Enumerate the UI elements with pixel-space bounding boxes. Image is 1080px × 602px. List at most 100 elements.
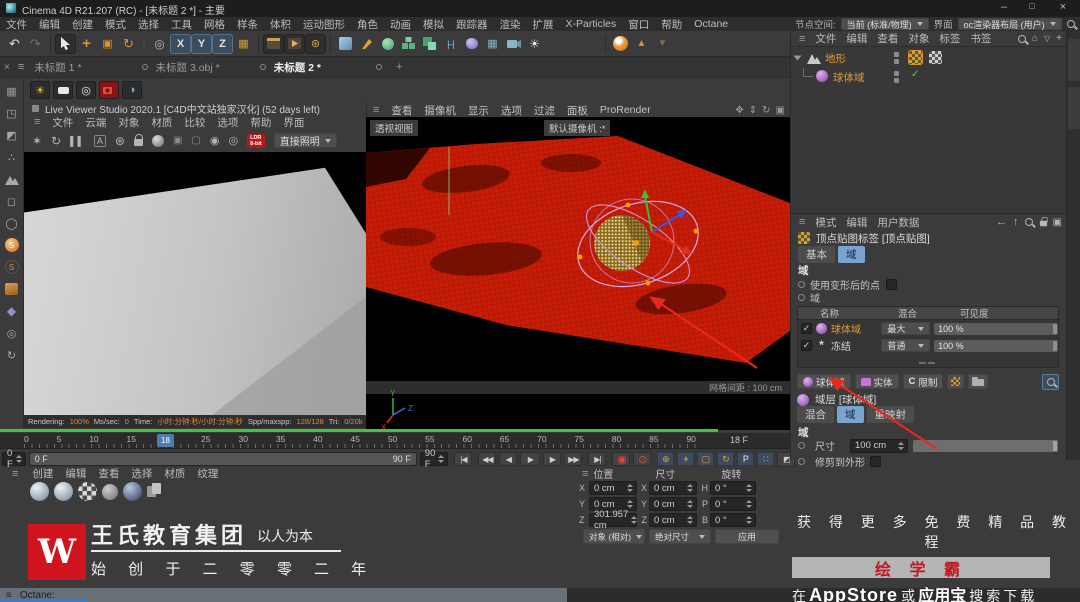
anim-dot-icon[interactable] <box>798 442 805 449</box>
axis-z-lock[interactable]: Z <box>212 33 233 54</box>
om-menu-objects[interactable]: 对象 <box>903 31 934 46</box>
tab-pin-icon[interactable] <box>376 64 382 70</box>
tab-remapping[interactable]: 重映射 <box>866 406 914 423</box>
layout-dropdown[interactable]: oc渲染器布局 (用户) <box>957 18 1062 30</box>
am-lock-icon[interactable] <box>1039 216 1048 226</box>
om-menu-bookmarks[interactable]: 书签 <box>965 31 996 46</box>
menu-help[interactable]: 帮助 <box>655 17 688 32</box>
current-frame-marker[interactable]: 18 <box>157 434 174 447</box>
visibility-toggles[interactable] <box>894 52 899 64</box>
lv-region-icon[interactable]: A <box>93 134 106 147</box>
add-limit-layer-button[interactable]: C 限制 <box>902 374 944 389</box>
axis-y-lock[interactable]: Y <box>191 33 212 54</box>
vp-menu-cameras[interactable]: 摄像机 <box>418 103 462 118</box>
key-parameter-toggle[interactable]: P <box>737 452 755 466</box>
pos-z-field[interactable]: 301.957 cm <box>589 509 638 531</box>
om-search-icon[interactable] <box>1017 34 1026 43</box>
boole-generator-icon[interactable] <box>419 34 440 54</box>
om-filter-icon[interactable]: ▽ <box>1044 34 1050 43</box>
side-tab[interactable] <box>1067 39 1080 81</box>
mat-menu-view[interactable]: 查看 <box>92 466 125 481</box>
record-keyframe-button[interactable]: ◉ <box>612 452 631 466</box>
add-tab-button[interactable]: + <box>396 61 402 73</box>
phong-tag-icon[interactable] <box>929 51 942 64</box>
pen-tool-icon[interactable] <box>356 34 377 54</box>
anim-dot-icon[interactable] <box>798 294 805 301</box>
field-enabled-checkbox[interactable]: ✓ <box>801 323 812 334</box>
material-menu-icon[interactable]: ≡ <box>12 468 18 480</box>
tool-workplane-icon[interactable]: ◩ <box>3 126 21 144</box>
vp-maximize-icon[interactable]: ▣ <box>776 105 785 116</box>
size-mode-dropdown[interactable]: 绝对尺寸 <box>649 529 711 544</box>
tool-model-icon[interactable]: ▦ <box>3 82 21 100</box>
size-x-field[interactable]: 0 cm <box>649 481 697 495</box>
prev-frame-button[interactable]: ◀ <box>499 452 518 466</box>
viewport-menu-icon[interactable]: ≡ <box>373 104 379 116</box>
menu-xparticles[interactable]: X-Particles <box>560 18 623 30</box>
vp-menu-view[interactable]: 查看 <box>385 103 418 118</box>
terrain-object-label[interactable]: 地形 <box>825 51 846 66</box>
om-menu-view[interactable]: 查看 <box>872 31 903 46</box>
visibility-toggles[interactable] <box>894 71 899 83</box>
am-menu-icon[interactable]: ≡ <box>799 216 805 228</box>
key-rotation-toggle[interactable]: ↻ <box>717 452 735 466</box>
view-label[interactable]: 透视视图 <box>370 120 419 136</box>
am-menu-edit[interactable]: 编辑 <box>841 215 872 230</box>
am-search-icon[interactable] <box>1024 218 1033 226</box>
key-position-toggle[interactable]: + <box>677 452 695 466</box>
menu-character[interactable]: 角色 <box>351 17 384 32</box>
tool-history-icon[interactable]: ⋮ <box>139 34 149 54</box>
menu-create[interactable]: 创建 <box>66 17 99 32</box>
mat-menu-texture[interactable]: 纹理 <box>191 466 224 481</box>
vp-menu-filter[interactable]: 过滤 <box>528 103 561 118</box>
tab-pin-icon[interactable] <box>259 64 266 70</box>
tool-axis-icon[interactable]: ◎ <box>3 324 21 342</box>
lv-menu-interface[interactable]: 界面 <box>277 115 310 130</box>
menu-simulate[interactable]: 模拟 <box>417 17 450 32</box>
last-tool-icon[interactable]: ◎ <box>149 34 170 54</box>
lv-menu-materials[interactable]: 材质 <box>145 115 178 130</box>
field-enabled-checkbox[interactable]: ✓ <box>801 340 812 351</box>
visibility-slider[interactable]: 100 % <box>934 339 1058 352</box>
frame-range-slider[interactable]: 0 F 90 F <box>28 452 417 466</box>
goto-end-button[interactable]: ▶| <box>588 452 607 466</box>
tool-field-icon[interactable]: ◆ <box>3 302 21 320</box>
add-cube-icon[interactable] <box>335 34 356 54</box>
prev-key-button[interactable]: ◀◀ <box>478 452 497 466</box>
select-tool-icon[interactable] <box>55 33 76 54</box>
redo-icon[interactable]: ↷ <box>25 34 46 54</box>
texture-files-icon[interactable] <box>147 483 163 500</box>
size-field[interactable]: 100 cm <box>850 438 908 453</box>
octane-logo-button[interactable] <box>610 34 631 54</box>
size-slider[interactable] <box>913 439 1058 452</box>
lv-menu-options[interactable]: 选项 <box>211 115 244 130</box>
menu-window[interactable]: 窗口 <box>622 17 655 32</box>
enabled-check-icon[interactable]: ✓ <box>911 69 919 80</box>
field-name[interactable]: 球体域 <box>831 321 877 336</box>
vp-menu-display[interactable]: 显示 <box>462 103 495 118</box>
clip-checkbox[interactable] <box>870 456 881 467</box>
lv-ldr-badge[interactable]: LDR 8-bit <box>247 133 265 148</box>
lv-lock-icon[interactable] <box>133 134 144 146</box>
menu-mesh[interactable]: 网格 <box>198 17 231 32</box>
key-selection-toggle[interactable]: ⊕ <box>657 452 675 466</box>
size-y-field[interactable]: 0 cm <box>649 497 697 511</box>
tool-points-icon[interactable]: ∴ <box>3 148 21 166</box>
menu-file[interactable]: 文件 <box>0 17 33 32</box>
array-generator-icon[interactable] <box>398 34 419 54</box>
add-solid-layer-button[interactable]: 实体 <box>854 374 899 389</box>
list-resize-handle[interactable]: ▬▬ <box>919 359 937 366</box>
add-sphere-field-button[interactable]: 球体域 <box>797 374 851 389</box>
pos-x-field[interactable]: 0 cm <box>589 481 637 495</box>
expander-icon[interactable] <box>793 55 802 61</box>
minimize-button[interactable]: – <box>990 1 1018 13</box>
tab-basic[interactable]: 基本 <box>798 246 835 263</box>
am-panel-icon[interactable]: ▣ <box>1053 217 1062 228</box>
mat-menu-edit[interactable]: 编辑 <box>59 466 92 481</box>
autokey-button[interactable]: ⊙ <box>633 452 652 466</box>
octane-up-arrow-icon[interactable]: ▲ <box>631 34 652 54</box>
am-menu-userdata[interactable]: 用户数据 <box>872 215 924 230</box>
om-menu-icon[interactable]: ≡ <box>799 33 805 45</box>
rot-b-field[interactable]: 0 ° <box>710 513 756 527</box>
vp-orbit-icon[interactable]: ↻ <box>762 105 770 116</box>
